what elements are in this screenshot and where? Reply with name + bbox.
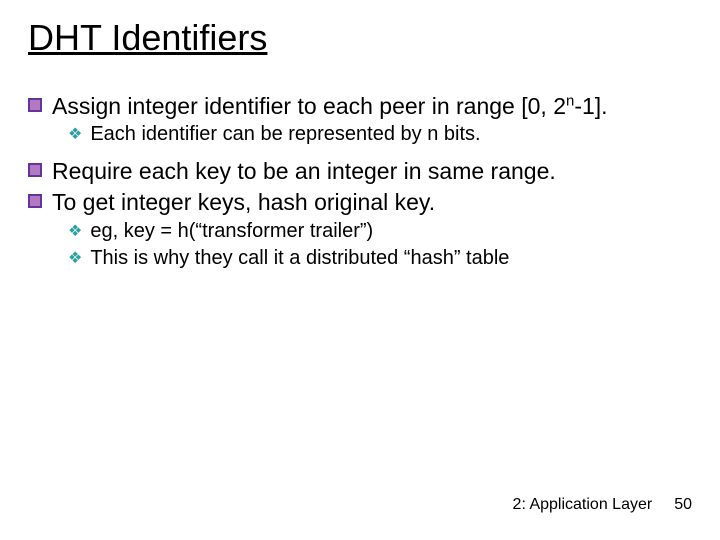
sub-bullet-text: Each identifier can be represented by n …: [90, 122, 692, 147]
bullet-text: Require each key to be an integer in sam…: [52, 157, 692, 186]
sub-bullet-n-bits: ❖ Each identifier can be represented by …: [68, 122, 692, 147]
bullet-assign-identifier: Assign integer identifier to each peer i…: [28, 92, 692, 121]
sub-bullet-text: This is why they call it a distributed “…: [90, 246, 692, 271]
slide-title: DHT Identifiers: [28, 18, 692, 58]
footer-section: 2: Application Layer: [513, 496, 653, 514]
sub-bullet-example: ❖ eg, key = h(“transformer trailer”): [68, 219, 692, 244]
square-bullet-icon: [28, 194, 42, 208]
slide: DHT Identifiers Assign integer identifie…: [0, 0, 720, 540]
text-fragment: -1].: [574, 93, 607, 119]
slide-content: Assign integer identifier to each peer i…: [28, 92, 692, 271]
sub-bullet-why-called-dht: ❖ This is why they call it a distributed…: [68, 246, 692, 271]
bullet-text: Assign integer identifier to each peer i…: [52, 92, 692, 121]
text-fragment: Assign integer identifier to each peer i…: [52, 93, 566, 119]
diamond-bullet-icon: ❖: [68, 251, 82, 267]
bullet-hash-key: To get integer keys, hash original key.: [28, 188, 692, 217]
sub-bullet-text: eg, key = h(“transformer trailer”): [90, 219, 692, 244]
diamond-bullet-icon: ❖: [68, 224, 82, 240]
sub-bullets-group: ❖ eg, key = h(“transformer trailer”) ❖ T…: [68, 219, 692, 271]
diamond-bullet-icon: ❖: [68, 127, 82, 143]
slide-footer: 2: Application Layer 50: [513, 496, 692, 514]
page-number: 50: [674, 496, 692, 514]
bullet-text: To get integer keys, hash original key.: [52, 188, 692, 217]
square-bullet-icon: [28, 163, 42, 177]
bullet-require-key: Require each key to be an integer in sam…: [28, 157, 692, 186]
sub-bullets-group: ❖ Each identifier can be represented by …: [68, 122, 692, 147]
square-bullet-icon: [28, 98, 42, 112]
